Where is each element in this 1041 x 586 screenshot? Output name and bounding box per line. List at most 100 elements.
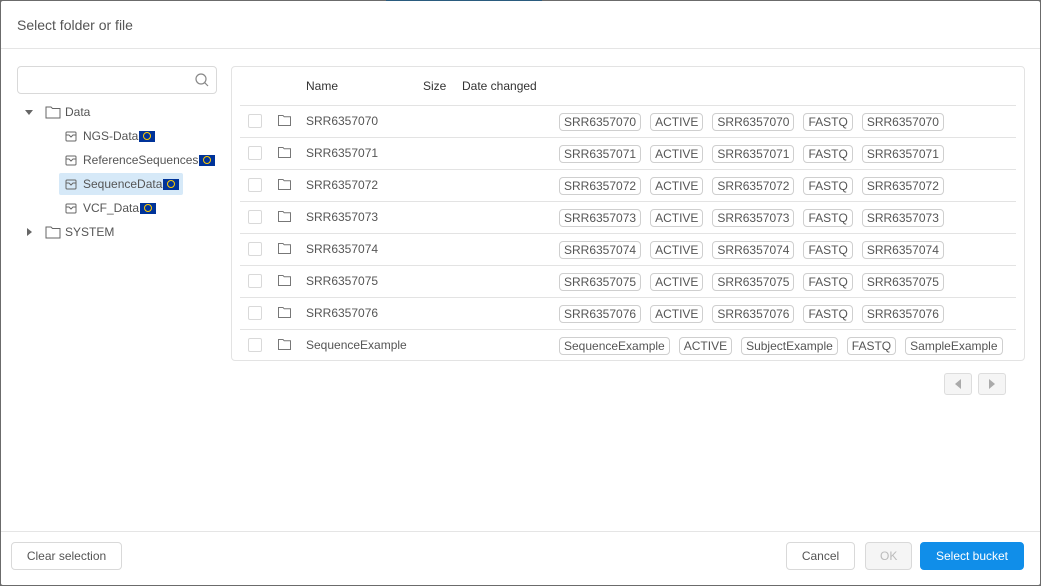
tree-item-label: NGS-Data — [83, 129, 139, 143]
eu-flag-icon — [140, 202, 157, 214]
pagination — [944, 373, 1006, 395]
tree-item-ngs-data[interactable]: NGS-Data — [17, 124, 217, 148]
metadata-tag: ACTIVE — [650, 113, 704, 131]
metadata-tag: SRR6357070 — [559, 113, 642, 131]
row-name[interactable]: SequenceExample — [306, 338, 407, 352]
tree-search-input[interactable] — [24, 67, 194, 93]
table-row[interactable]: SRR6357070 SRR6357070 ACTIVE SRR6357070 FAST… — [240, 106, 1016, 138]
table-row[interactable]: SequenceExample SequenceExample ACTIVE Subj… — [240, 330, 1016, 362]
metadata-tag: SRR6357072 — [712, 177, 795, 195]
row-checkbox[interactable] — [248, 146, 262, 160]
folder-icon — [278, 307, 291, 318]
metadata-tag: SRR6357075 — [559, 273, 642, 291]
folder-tree: Data NGS-Data ReferenceSequences Sequenc… — [17, 100, 217, 244]
row-checkbox[interactable] — [248, 114, 262, 128]
column-header-date[interactable]: Date changed — [462, 79, 537, 93]
caret-down-icon[interactable] — [23, 106, 35, 118]
cancel-button[interactable]: Cancel — [786, 542, 855, 570]
row-checkbox[interactable] — [248, 242, 262, 256]
metadata-tag: SRR6357075 — [712, 273, 795, 291]
tree-item-label: SequenceData — [83, 177, 163, 191]
table-row[interactable]: SRR6357071 SRR6357071 ACTIVE SRR6357071 FAST… — [240, 138, 1016, 170]
metadata-tag: ACTIVE — [650, 305, 704, 323]
metadata-tag: SRR6357074 — [712, 241, 795, 259]
row-name[interactable]: SRR6357076 — [306, 306, 378, 320]
tree-node-system[interactable]: SYSTEM — [17, 220, 217, 244]
column-header-size[interactable]: Size — [423, 79, 446, 93]
row-name[interactable]: SRR6357072 — [306, 178, 378, 192]
row-tags: SRR6357071 ACTIVE SRR6357071 FASTQ SRR635707… — [559, 145, 944, 163]
select-bucket-button[interactable]: Select bucket — [920, 542, 1024, 570]
clear-selection-button[interactable]: Clear selection — [11, 542, 122, 570]
row-name[interactable]: SRR6357073 — [306, 210, 378, 224]
row-tags: SRR6357070 ACTIVE SRR6357070 FASTQ SRR635707… — [559, 113, 944, 131]
metadata-tag: ACTIVE — [678, 337, 733, 355]
tree-item-label: VCF_Data — [83, 201, 140, 215]
dialog-footer: Clear selection Cancel OK Select bucket — [1, 531, 1040, 585]
table-row[interactable]: SRR6357074 SRR6357074 ACTIVE SRR6357074 FAST… — [240, 234, 1016, 266]
metadata-tag: FASTQ — [803, 209, 853, 227]
column-header-name[interactable]: Name — [306, 79, 338, 93]
table-row[interactable]: SRR6357076 SRR6357076 ACTIVE SRR6357076 FAST… — [240, 298, 1016, 330]
metadata-tag: SRR6357072 — [559, 177, 642, 195]
metadata-tag: ACTIVE — [650, 177, 704, 195]
eu-flag-icon — [199, 154, 216, 166]
folder-icon — [278, 339, 291, 350]
tree-item-reference-sequences[interactable]: ReferenceSequences — [17, 148, 217, 172]
bucket-icon — [65, 179, 77, 190]
row-checkbox[interactable] — [248, 338, 262, 352]
metadata-tag: ACTIVE — [650, 145, 704, 163]
prev-page-button[interactable] — [944, 373, 972, 395]
tree-node-data[interactable]: Data — [17, 100, 217, 124]
folder-icon — [278, 243, 291, 254]
tree-search — [17, 66, 217, 94]
bucket-icon — [65, 131, 77, 142]
metadata-tag: SRR6357074 — [861, 241, 944, 259]
metadata-tag: SRR6357073 — [861, 209, 944, 227]
row-tags: SRR6357075 ACTIVE SRR6357075 FASTQ SRR635707… — [559, 273, 944, 291]
metadata-tag: SRR6357071 — [712, 145, 795, 163]
table-row[interactable]: SRR6357072 SRR6357072 ACTIVE SRR6357072 FAST… — [240, 170, 1016, 202]
metadata-tag: FASTQ — [803, 273, 853, 291]
row-checkbox[interactable] — [248, 274, 262, 288]
table-body: SRR6357070 SRR6357070 ACTIVE SRR6357070 FAST… — [232, 106, 1024, 362]
metadata-tag: FASTQ — [803, 113, 853, 131]
tree-item-vcf-data[interactable]: VCF_Data — [17, 196, 217, 220]
metadata-tag: ACTIVE — [650, 241, 704, 259]
folder-icon — [278, 115, 291, 126]
row-name[interactable]: SRR6357075 — [306, 274, 378, 288]
table-row[interactable]: SRR6357075 SRR6357075 ACTIVE SRR6357075 FAST… — [240, 266, 1016, 298]
metadata-tag: FASTQ — [846, 337, 897, 355]
metadata-tag: SRR6357071 — [861, 145, 944, 163]
folder-icon — [278, 147, 291, 158]
caret-right-icon[interactable] — [23, 226, 35, 238]
caret-right-icon — [989, 379, 995, 389]
row-name[interactable]: SRR6357070 — [306, 114, 378, 128]
metadata-tag: SubjectExample — [741, 337, 838, 355]
metadata-tag: SRR6357071 — [559, 145, 642, 163]
metadata-tag: SRR6357072 — [861, 177, 944, 195]
row-tags: SRR6357073 ACTIVE SRR6357073 FASTQ SRR635707… — [559, 209, 944, 227]
table-row[interactable]: SRR6357073 SRR6357073 ACTIVE SRR6357073 FAST… — [240, 202, 1016, 234]
search-icon[interactable] — [194, 72, 210, 88]
eu-flag-icon — [163, 178, 180, 190]
table-header: Name Size Date changed — [240, 67, 1016, 106]
metadata-tag: ACTIVE — [650, 209, 704, 227]
metadata-tag: SRR6357076 — [559, 305, 642, 323]
metadata-tag: SRR6357074 — [559, 241, 642, 259]
metadata-tag: FASTQ — [803, 177, 853, 195]
ok-button[interactable]: OK — [865, 542, 912, 570]
row-name[interactable]: SRR6357071 — [306, 146, 378, 160]
row-name[interactable]: SRR6357074 — [306, 242, 378, 256]
tree-item-sequence-data[interactable]: SequenceData — [17, 172, 217, 196]
row-checkbox[interactable] — [248, 210, 262, 224]
row-checkbox[interactable] — [248, 178, 262, 192]
folder-icon — [45, 106, 61, 119]
row-checkbox[interactable] — [248, 306, 262, 320]
next-page-button[interactable] — [978, 373, 1006, 395]
tree-node-label: Data — [65, 105, 91, 119]
metadata-tag: SequenceExample — [559, 337, 670, 355]
tree-item-label: ReferenceSequences — [83, 153, 199, 167]
row-tags: SRR6357072 ACTIVE SRR6357072 FASTQ SRR635707… — [559, 177, 944, 195]
metadata-tag: SRR6357073 — [559, 209, 642, 227]
